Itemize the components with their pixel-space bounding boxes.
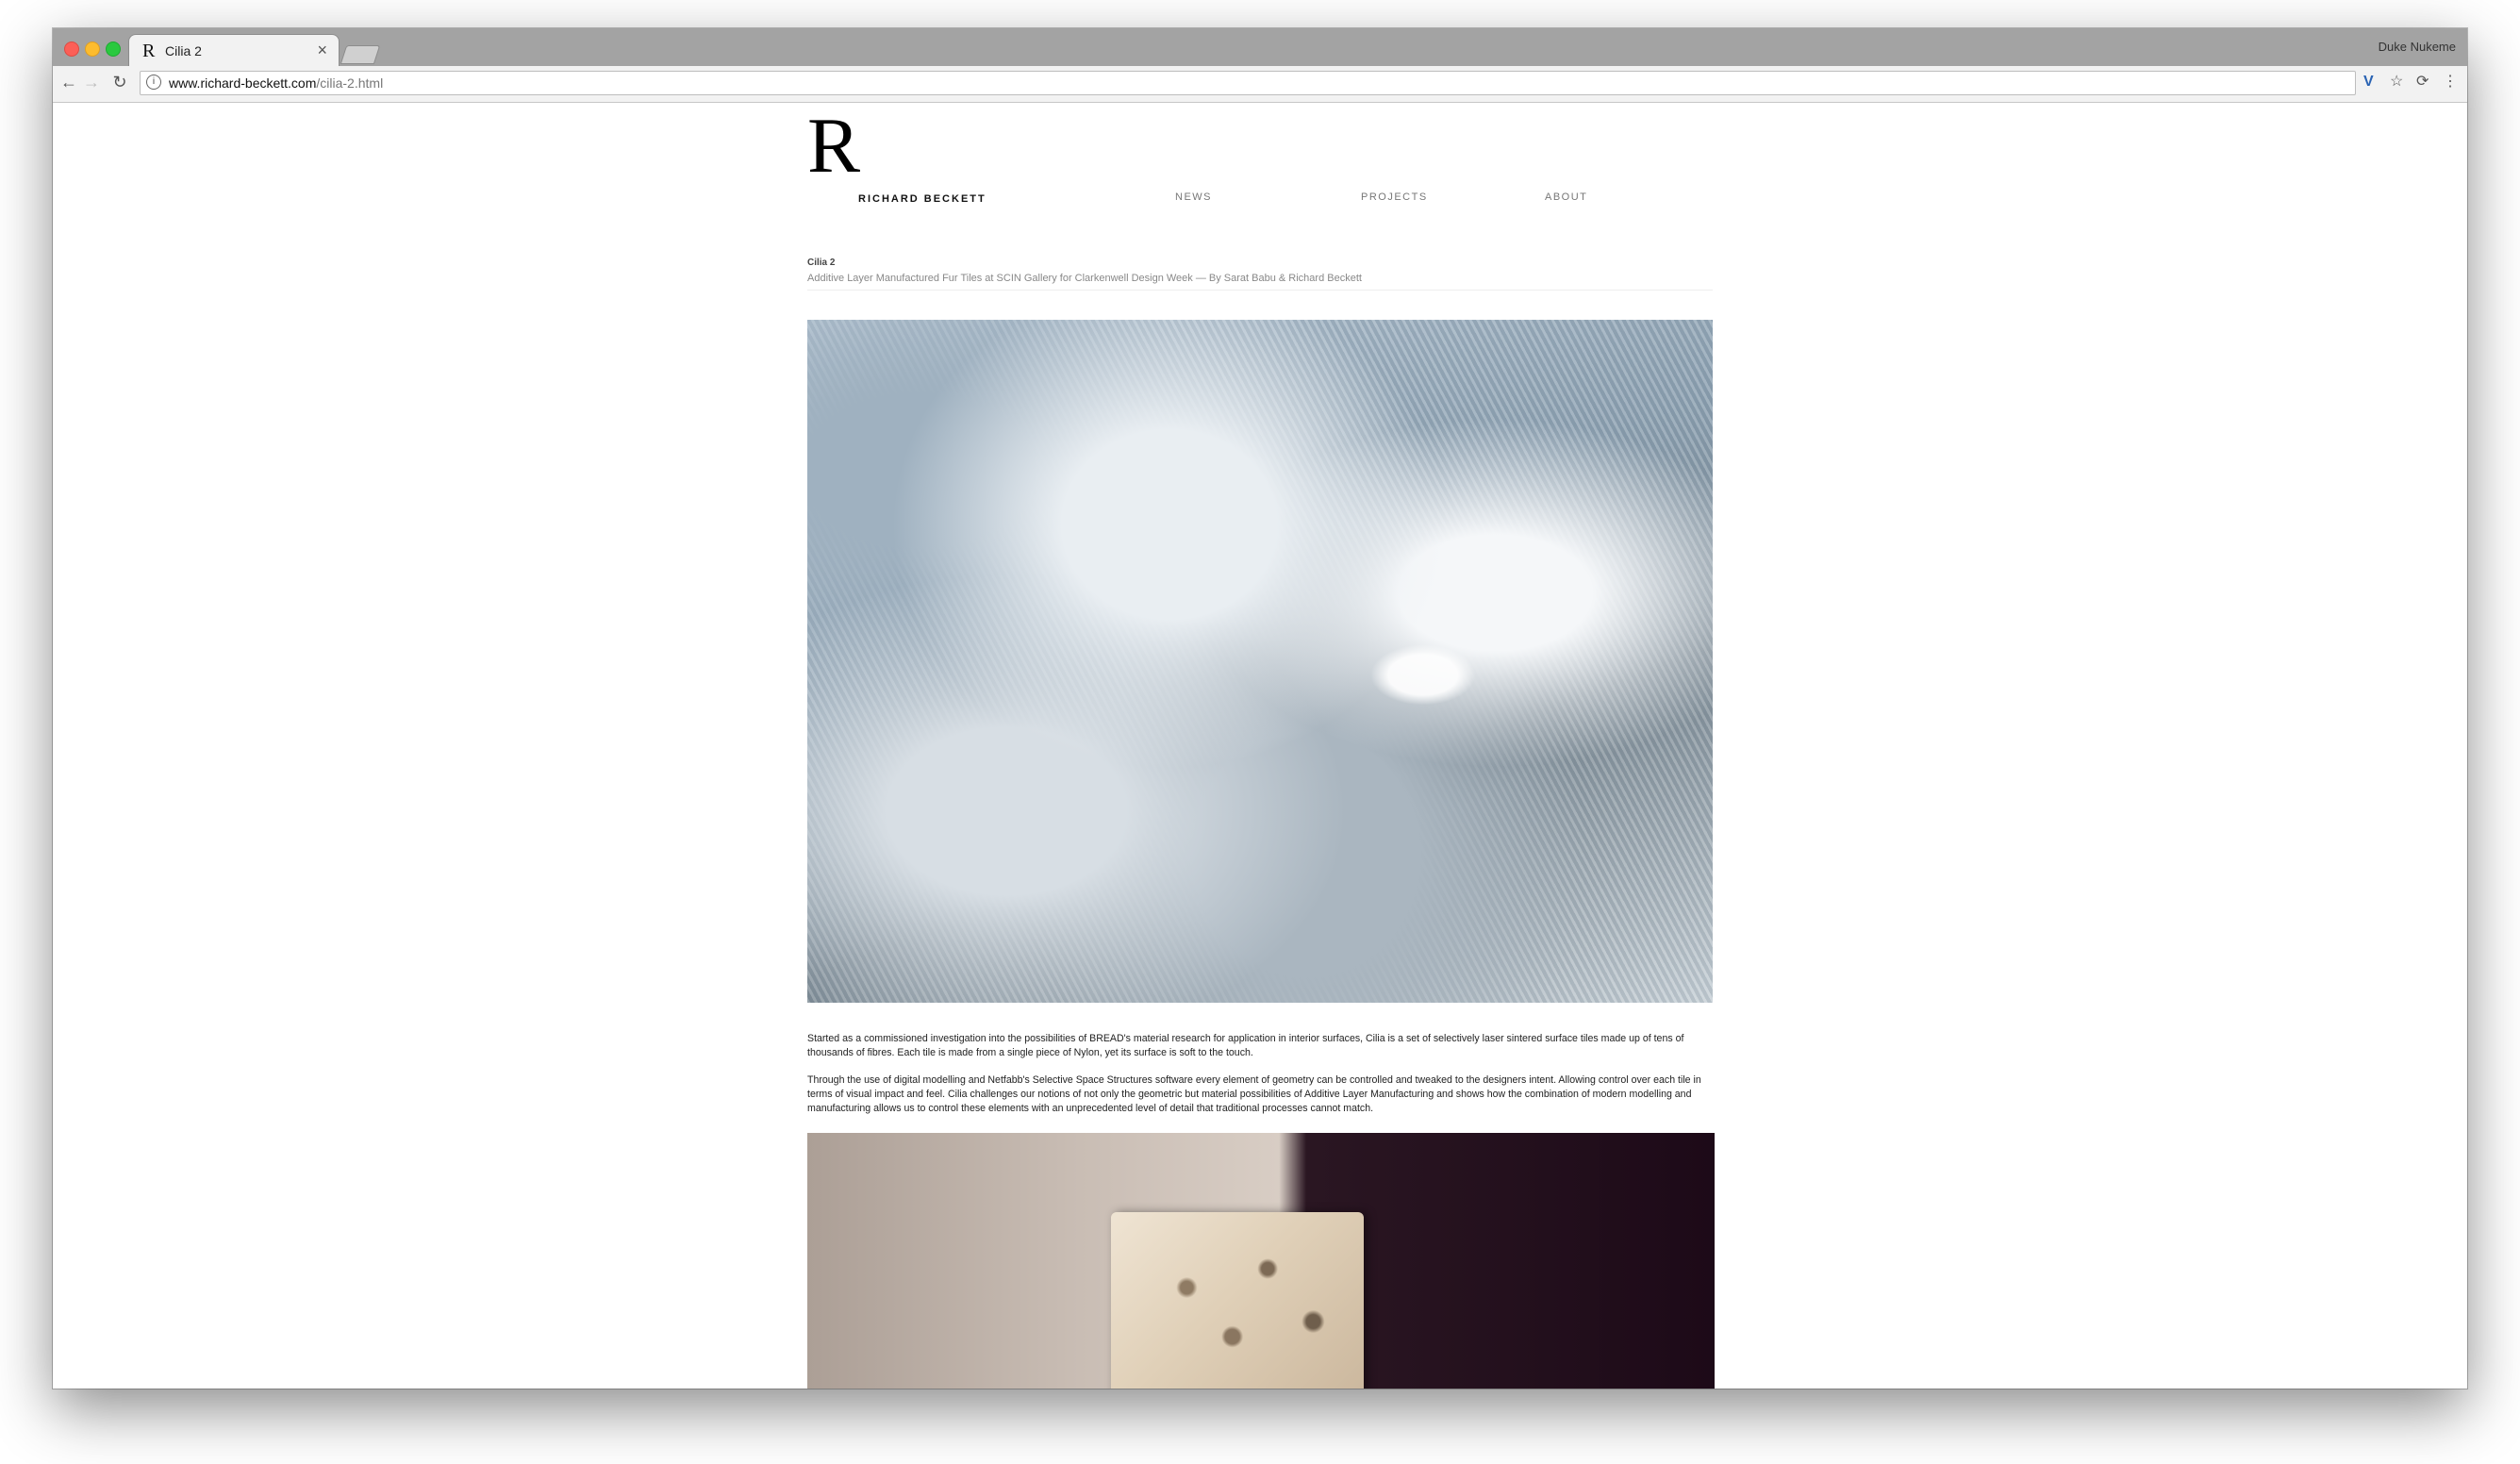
star-icon[interactable]: ☆ [2390, 74, 2403, 91]
browser-toolbar: ← → ↻ i www.richard-beckett.com/cilia-2.… [53, 66, 2467, 103]
page-title: Cilia 2 [807, 258, 836, 268]
back-icon[interactable]: ← [58, 72, 79, 92]
forward-icon[interactable]: → [81, 72, 102, 92]
cilia-fur-tile-photo [807, 320, 1713, 1003]
maximize-window-button[interactable] [106, 42, 121, 57]
logo-mark: R [807, 103, 861, 190]
web-page: R RICHARD BECKETT NEWS PROJECTS ABOUT Ci… [53, 103, 2467, 1389]
url-text[interactable]: www.richard-beckett.com/cilia-2.html [169, 75, 383, 91]
reload-icon[interactable]: ↻ [109, 72, 130, 92]
tab-strip: R Cilia 2 × Duke Nukeme [53, 28, 2467, 67]
url-path: /cilia-2.html [316, 75, 384, 91]
close-window-button[interactable] [64, 42, 79, 57]
menu-icon[interactable]: ⋮ [2443, 74, 2458, 91]
site-favicon-icon: R [142, 41, 156, 61]
article-paragraph-1: Started as a commissioned investigation … [807, 1032, 1684, 1058]
extension-icon[interactable]: V [2363, 74, 2374, 91]
gallery-exhibition-photo [807, 1133, 1715, 1389]
new-tab-button[interactable] [340, 45, 381, 64]
tab-cilia-2[interactable]: R Cilia 2 × [128, 34, 340, 67]
site-logo[interactable]: R RICHARD BECKETT [807, 103, 1015, 205]
nav-projects-link[interactable]: PROJECTS [1361, 191, 1428, 203]
sync-icon[interactable]: ⟳ [2416, 74, 2429, 91]
divider [807, 290, 1713, 291]
article-paragraph-2: Through the use of digital modelling and… [807, 1073, 1701, 1114]
tab-close-icon[interactable]: × [317, 41, 327, 60]
page-subtitle: Additive Layer Manufactured Fur Tiles at… [807, 273, 1362, 284]
nav-about-link[interactable]: ABOUT [1545, 191, 1587, 203]
minimize-window-button[interactable] [85, 42, 100, 57]
url-domain: www.richard-beckett.com [169, 75, 317, 91]
browser-window: R Cilia 2 × Duke Nukeme ← → ↻ i www.rich… [53, 28, 2467, 1389]
info-icon[interactable]: i [146, 75, 161, 90]
address-bar[interactable]: i www.richard-beckett.com/cilia-2.html [140, 71, 2356, 95]
nav-news-link[interactable]: NEWS [1175, 191, 1212, 203]
logo-name: RICHARD BECKETT [858, 193, 986, 205]
tab-title: Cilia 2 [165, 43, 202, 58]
profile-name[interactable]: Duke Nukeme [2379, 40, 2456, 54]
exhibited-tile [1111, 1212, 1364, 1389]
